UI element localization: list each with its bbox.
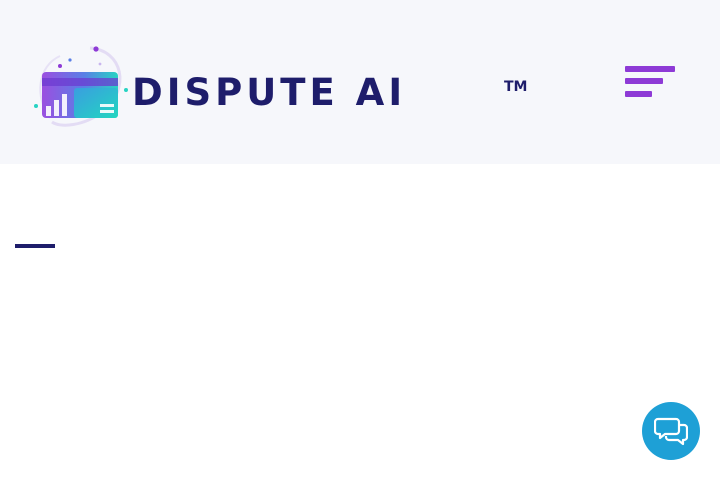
hamburger-menu-icon-bar — [625, 78, 663, 84]
hamburger-menu-icon-bar — [625, 91, 652, 97]
logo-card-chart-icon — [34, 46, 128, 127]
site-header: DISPUTE AI TM — [0, 0, 720, 164]
dispute-ai-logo[interactable]: DISPUTE AI TM — [30, 44, 530, 128]
logo-wordmark: DISPUTE AI — [132, 71, 407, 114]
hamburger-menu-icon — [625, 66, 675, 72]
section-accent-divider — [15, 244, 55, 248]
hamburger-menu-button[interactable] — [622, 64, 678, 104]
chat-bubbles-icon — [654, 417, 688, 446]
chat-widget-button[interactable] — [642, 402, 700, 460]
logo-trademark: TM — [504, 79, 528, 95]
